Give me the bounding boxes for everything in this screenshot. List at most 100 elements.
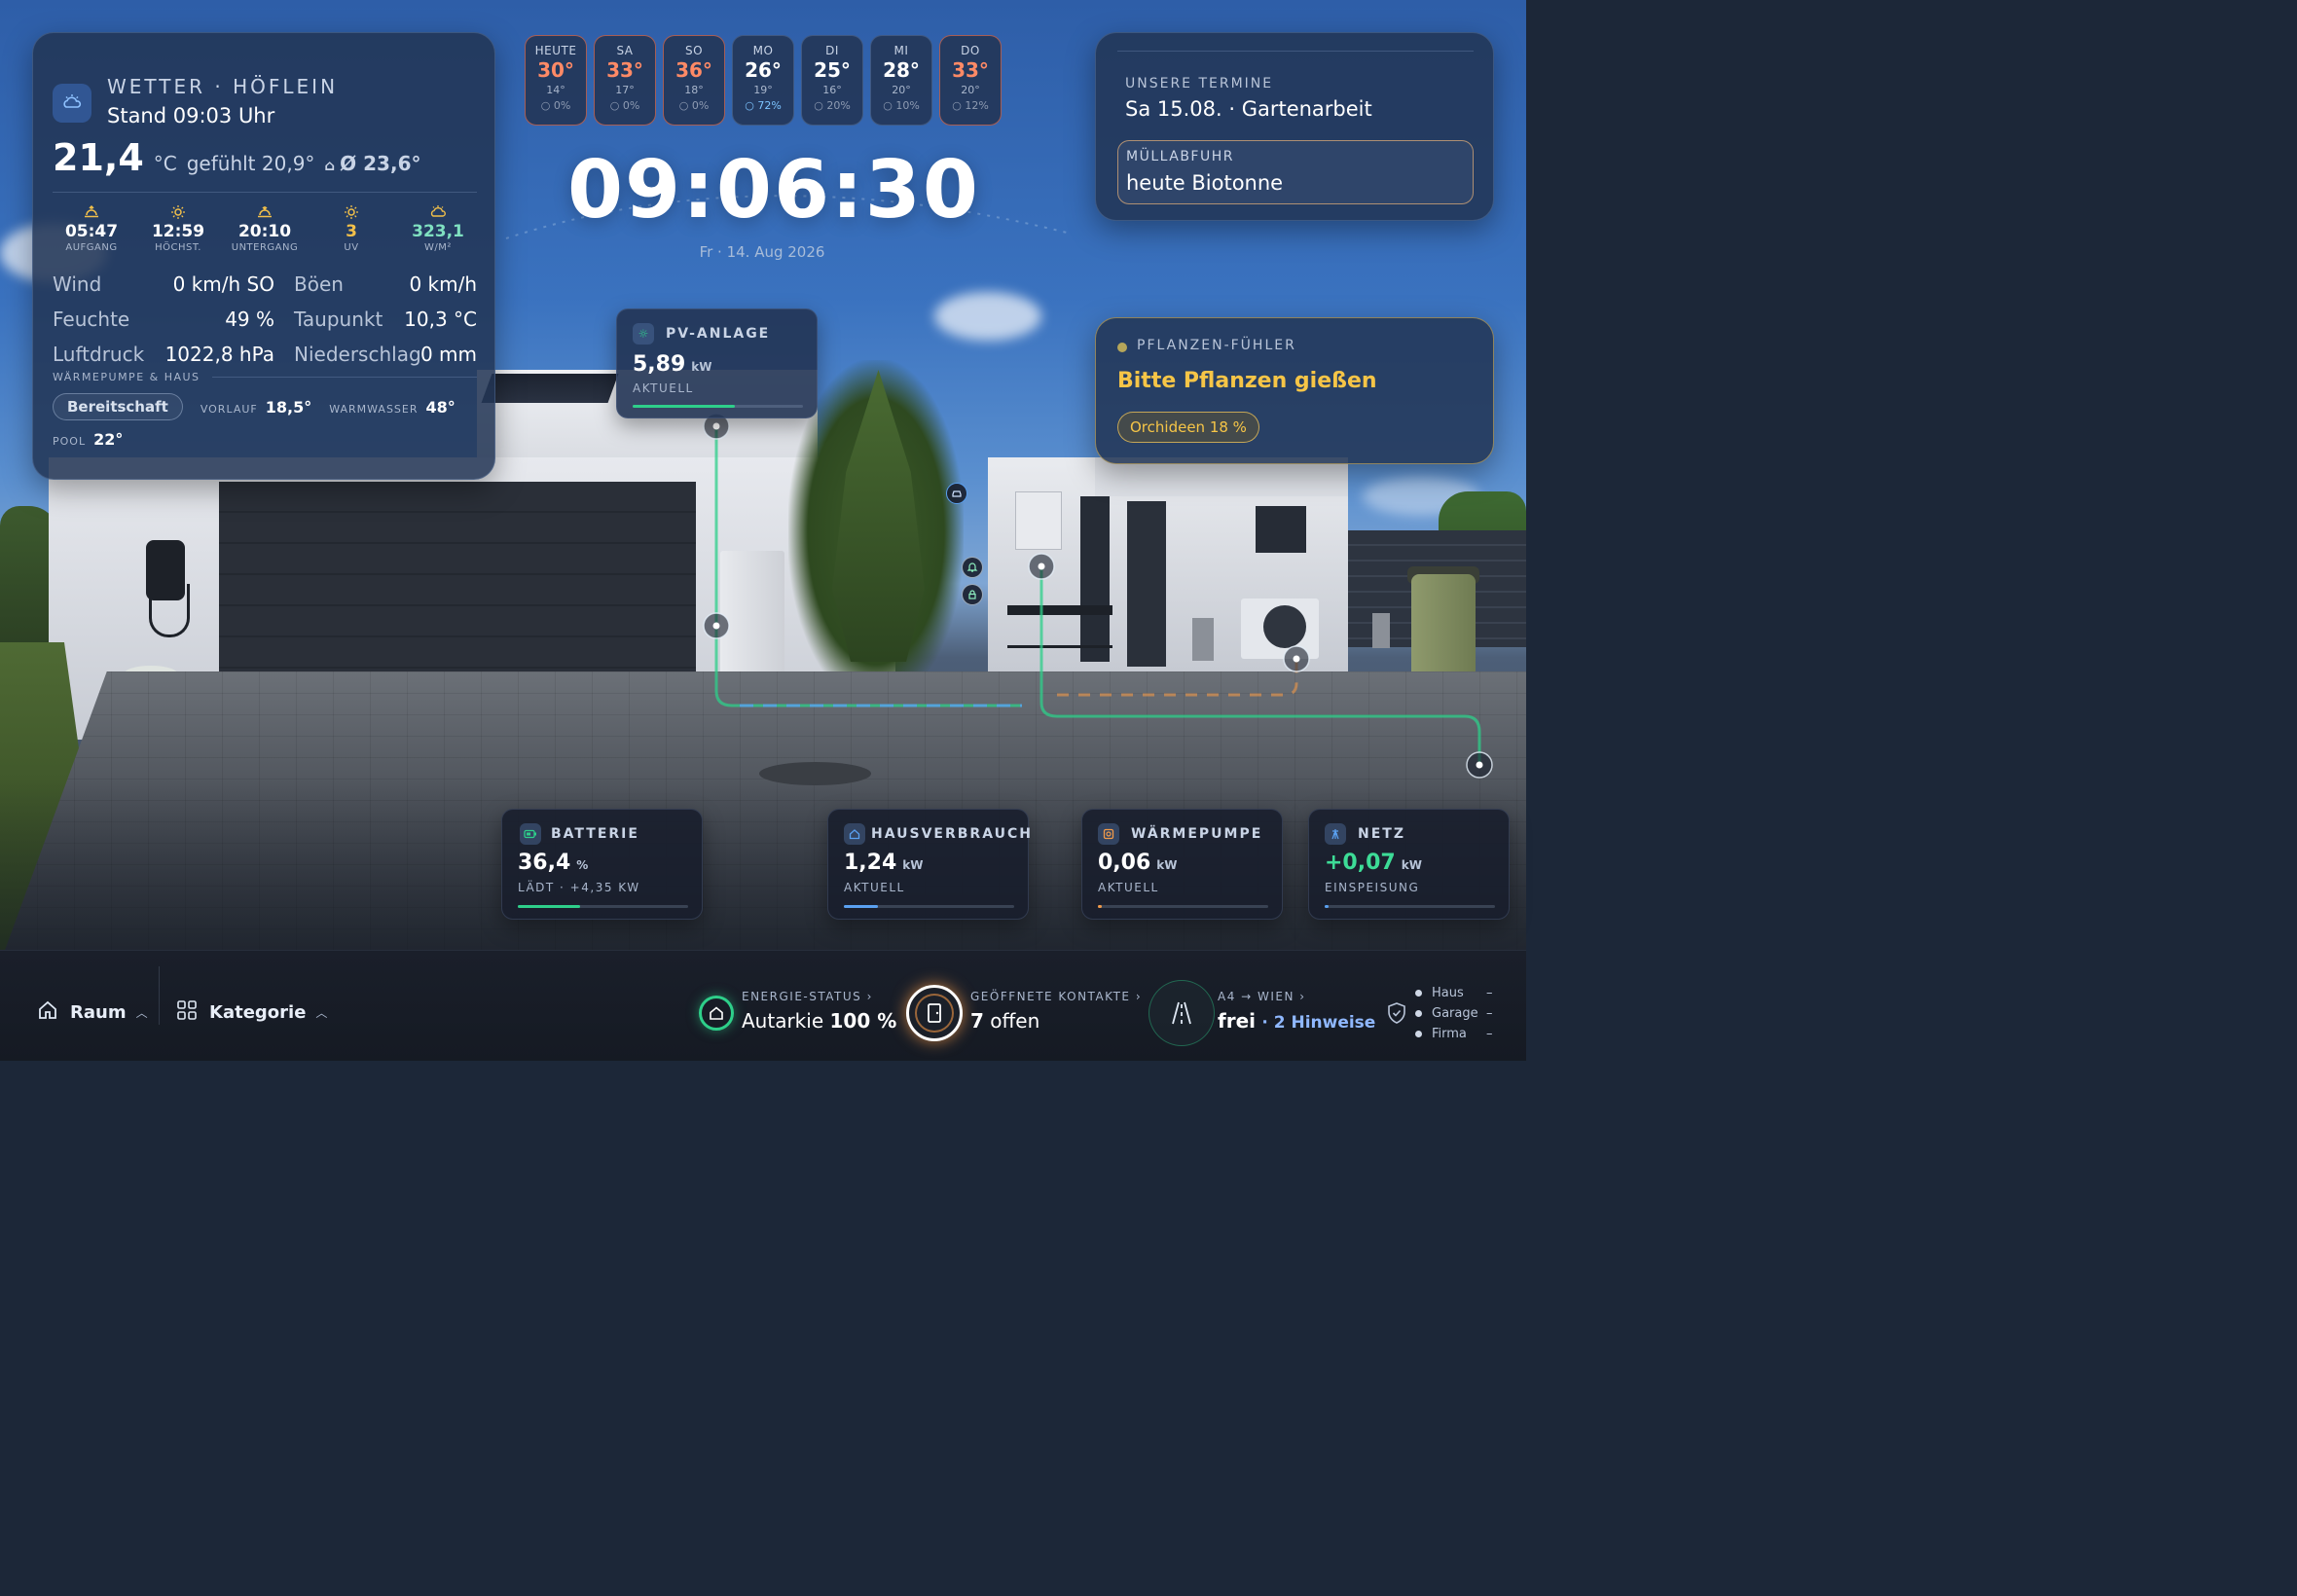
forecast-rain: ○ 0% [540, 99, 571, 112]
warmwasser: WARMWASSER 48° [329, 397, 456, 417]
plant-sensor-panel[interactable]: PFLANZEN-FÜHLER Bitte Pflanzen gießen Or… [1095, 317, 1494, 464]
clock-time: 09:06:30 [567, 144, 980, 236]
battery-bar-fill [518, 905, 580, 908]
forecast-day[interactable]: MI 28° 20° ○ 10% [870, 35, 932, 126]
forecast-rain: ○ 0% [678, 99, 710, 112]
forecast-low: 17° [615, 84, 635, 96]
legend-row[interactable]: Garage – [1415, 1003, 1503, 1024]
grid-flow-line [1039, 566, 1481, 765]
status-dot [1415, 1010, 1422, 1017]
forecast-high: 26° [745, 58, 782, 82]
energy-status[interactable]: ENERGIE-STATUS › Autarkie 100 % [742, 990, 896, 1033]
chevron-up-icon: ︿ [135, 1005, 148, 1020]
open-contacts[interactable]: GEÖFFNETE KONTAKTE › 7 offen [970, 990, 1142, 1033]
forecast-day[interactable]: DO 33° 20° ○ 12% [939, 35, 1002, 126]
traffic-label: A4 → WIEN › [1218, 990, 1306, 1003]
traffic-ring[interactable] [1148, 980, 1215, 1046]
sun-icon [170, 204, 186, 220]
divider [211, 377, 477, 378]
forecast-low: 14° [546, 84, 565, 96]
energy-status-ring[interactable] [699, 996, 734, 1031]
car-marker-icon[interactable] [946, 483, 967, 504]
plant-status-dot [1117, 343, 1127, 352]
door-icon [928, 1003, 941, 1023]
heatpump-state-pill[interactable]: Bereitschaft [53, 393, 183, 420]
battery-icon [520, 823, 541, 845]
forecast-day-name: SO [684, 44, 704, 57]
bottom-bar: Raum ︿ Kategorie ︿ ENERGIE-STATUS › Auta… [0, 950, 1526, 1061]
house-icon: ⌂ [324, 157, 336, 174]
forecast-rain: ○ 20% [814, 99, 851, 112]
grid-bar-fill [1325, 905, 1329, 908]
divider [1117, 51, 1474, 52]
heatpump-card[interactable]: WÄRMEPUMPE 0,06 kW AKTUELL [1081, 809, 1283, 920]
forecast-day[interactable]: DI 25° 16° ○ 20% [801, 35, 863, 126]
category-selector[interactable]: Kategorie ︿ [176, 999, 327, 1025]
battery-card[interactable]: BATTERIE 36,4 % LÄDT · +4,35 KW [501, 809, 703, 920]
plant-moisture-tag[interactable]: Orchideen 18 % [1117, 412, 1259, 443]
grid-bar [1325, 905, 1495, 908]
weather-timestamp: Stand 09:03 Uhr [107, 104, 275, 127]
forecast-day[interactable]: MO 26° 19° ○ 72% [732, 35, 794, 126]
appointment-next: Sa 15.08. · Gartenarbeit [1125, 97, 1372, 121]
forecast-day-name: DO [961, 44, 980, 57]
feels-like: gefühlt 20,9° [186, 152, 315, 175]
pool: POOL 22° [53, 430, 124, 449]
sunrise-icon [84, 204, 99, 220]
forecast-day-name: MI [893, 44, 909, 57]
heatpump-bar-fill [1098, 905, 1102, 908]
solar-radiation: 323,1 W/M² [399, 204, 477, 253]
house-consumption-card[interactable]: HAUSVERBRAUCH 1,24 kW AKTUELL [827, 809, 1031, 920]
waste-collection-box[interactable]: MÜLLABFUHR heute Biotonne [1117, 140, 1474, 204]
divider [53, 192, 477, 193]
pv-card[interactable]: ☼ PV-ANLAGE 5,89 kW AKTUELL [616, 308, 818, 418]
temperature-row: 21,4 °C gefühlt 20,9° ⌂ Ø 23,6° [53, 136, 420, 179]
forecast-day[interactable]: SA 33° 17° ○ 0% [594, 35, 656, 126]
divider [159, 966, 160, 1025]
pv-bar [633, 405, 803, 408]
forecast-day[interactable]: HEUTE 30° 14° ○ 0% [525, 35, 587, 126]
heatpump-flow-line [1057, 660, 1298, 697]
weather-metrics: Wind 0 km/h SO Böen 0 km/h Feuchte 49 % … [53, 267, 477, 372]
category-selector-label: Kategorie [209, 1001, 307, 1023]
temperature-unit: °C [153, 152, 177, 175]
raindrop-icon: ○ [814, 99, 827, 112]
raindrop-icon: ○ [745, 99, 758, 112]
grid-card[interactable]: NETZ +0,07 kW EINSPEISUNG [1308, 809, 1510, 920]
room-selector[interactable]: Raum ︿ [37, 999, 148, 1025]
plant-warning: Bitte Pflanzen gießen [1117, 369, 1377, 393]
pv-value: 5,89 [633, 352, 686, 377]
plant-sensor-label: PFLANZEN-FÜHLER [1137, 338, 1296, 353]
bell-marker-icon[interactable] [962, 557, 983, 578]
open-contacts-label: GEÖFFNETE KONTAKTE › [970, 990, 1143, 1003]
forecast-rain: ○ 10% [883, 99, 920, 112]
forecast-day-name: HEUTE [534, 44, 577, 57]
grid-icon [176, 999, 198, 1025]
forecast-strip: HEUTE 30° 14° ○ 0% SA 33° 17° ○ 0% SO 36° 18° ○ 0% M… [525, 35, 1002, 126]
forecast-high: 25° [814, 58, 851, 82]
forecast-day-name: DI [825, 44, 839, 57]
house-bar-fill [844, 905, 878, 908]
weather-panel[interactable]: WETTER · HÖFLEIN Stand 09:03 Uhr 21,4 °C… [32, 32, 495, 480]
room-selector-label: Raum [70, 1001, 127, 1023]
appointments-panel[interactable]: UNSERE TERMINE Sa 15.08. · Gartenarbeit … [1095, 32, 1494, 221]
lock-marker-icon[interactable] [962, 584, 983, 605]
heatpump-section-heading: WÄRMEPUMPE & HAUS [53, 371, 477, 383]
shield-icon[interactable] [1386, 1001, 1407, 1029]
legend-row[interactable]: Firma – [1415, 1024, 1503, 1044]
vorlauf: VORLAUF 18,5° [200, 397, 312, 417]
traffic-status[interactable]: A4 → WIEN › frei · 2 Hinweise [1218, 990, 1375, 1033]
sunrise: 05:47 AUFGANG [53, 204, 130, 253]
open-contacts-ring[interactable] [906, 985, 963, 1041]
sunset: 20:10 UNTERGANG [226, 204, 304, 253]
current-temperature: 21,4 [53, 136, 144, 179]
metric-row: Feuchte 49 % Taupunkt 10,3 °C [53, 308, 477, 331]
forecast-day[interactable]: SO 36° 18° ○ 0% [663, 35, 725, 126]
energy-status-value: Autarkie 100 % [742, 1009, 897, 1033]
grid-pylon-icon [1325, 823, 1346, 845]
forecast-high: 30° [537, 58, 574, 82]
battery-bar [518, 905, 688, 908]
forecast-day-name: SA [616, 44, 634, 57]
forecast-high: 33° [952, 58, 989, 82]
legend-row[interactable]: Haus – [1415, 983, 1503, 1003]
